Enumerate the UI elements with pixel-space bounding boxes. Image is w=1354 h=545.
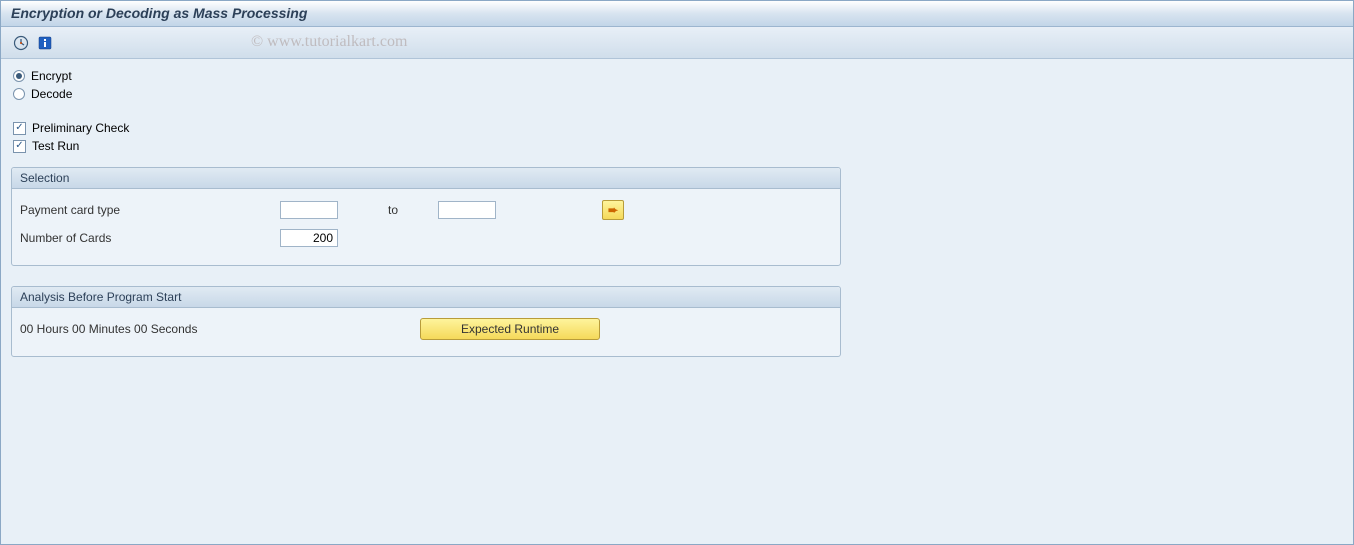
card-type-row: Payment card type to ➨ [20, 199, 832, 221]
num-cards-label: Number of Cards [20, 231, 280, 245]
card-type-from-input[interactable] [280, 201, 338, 219]
analysis-group: Analysis Before Program Start 00 Hours 0… [11, 286, 841, 357]
analysis-header: Analysis Before Program Start [12, 287, 840, 308]
decode-radio[interactable]: Decode [13, 87, 1343, 101]
checkbox-checked-icon: ✓ [13, 140, 26, 153]
content-area: Encrypt Decode ✓ Preliminary Check ✓ Tes… [1, 59, 1353, 387]
test-run-label: Test Run [32, 139, 79, 153]
num-cards-input[interactable] [280, 229, 338, 247]
card-type-label: Payment card type [20, 203, 280, 217]
to-label: to [338, 203, 438, 217]
execute-button[interactable] [11, 33, 31, 53]
test-run-checkbox[interactable]: ✓ Test Run [13, 139, 1343, 153]
selection-header: Selection [12, 168, 840, 189]
encrypt-label: Encrypt [31, 69, 72, 83]
runtime-row: 00 Hours 00 Minutes 00 Seconds Expected … [20, 318, 832, 340]
app-window: Encryption or Decoding as Mass Processin… [0, 0, 1354, 545]
arrow-right-icon: ➨ [608, 203, 618, 217]
runtime-button-label: Expected Runtime [461, 322, 559, 336]
preliminary-check-checkbox[interactable]: ✓ Preliminary Check [13, 121, 1343, 135]
num-cards-row: Number of Cards [20, 227, 832, 249]
expected-runtime-button[interactable]: Expected Runtime [420, 318, 600, 340]
mode-radio-group: Encrypt Decode [11, 69, 1343, 101]
watermark: © www.tutorialkart.com [251, 33, 407, 51]
multiple-selection-button[interactable]: ➨ [602, 200, 624, 220]
toolbar: © www.tutorialkart.com [1, 27, 1353, 59]
checkbox-checked-icon: ✓ [13, 122, 26, 135]
options-checkbox-group: ✓ Preliminary Check ✓ Test Run [11, 121, 1343, 153]
card-type-to-input[interactable] [438, 201, 496, 219]
analysis-body: 00 Hours 00 Minutes 00 Seconds Expected … [12, 308, 840, 356]
clock-icon [13, 35, 29, 51]
page-title: Encryption or Decoding as Mass Processin… [11, 5, 307, 21]
selection-group: Selection Payment card type to ➨ Number … [11, 167, 841, 266]
preliminary-check-label: Preliminary Check [32, 121, 129, 135]
decode-label: Decode [31, 87, 72, 101]
info-icon [38, 36, 52, 50]
radio-checked-icon [13, 70, 25, 82]
title-bar: Encryption or Decoding as Mass Processin… [1, 1, 1353, 27]
selection-body: Payment card type to ➨ Number of Cards [12, 189, 840, 265]
radio-unchecked-icon [13, 88, 25, 100]
encrypt-radio[interactable]: Encrypt [13, 69, 1343, 83]
info-button[interactable] [35, 33, 55, 53]
runtime-text: 00 Hours 00 Minutes 00 Seconds [20, 322, 420, 336]
